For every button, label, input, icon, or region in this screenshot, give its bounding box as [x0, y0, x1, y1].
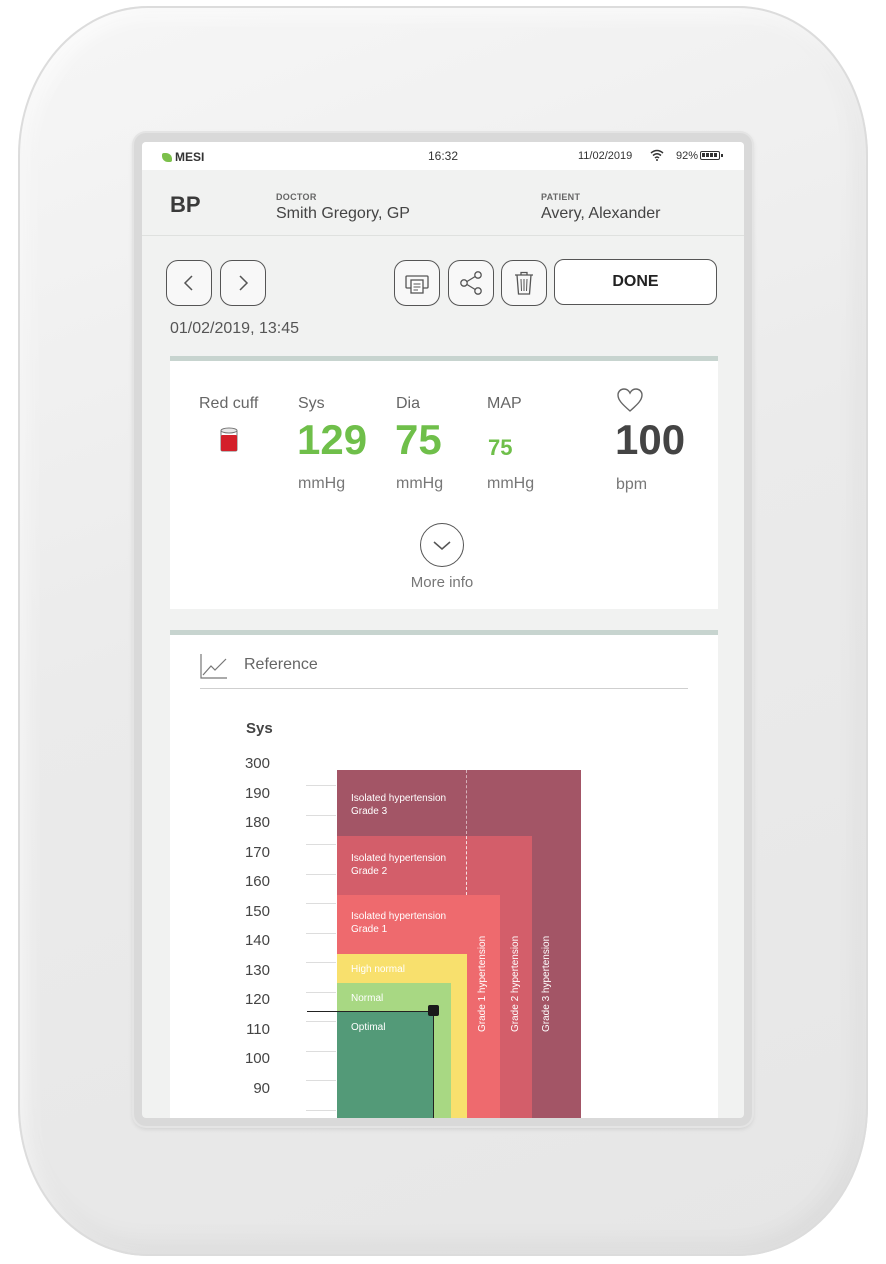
y-tick-line	[306, 814, 336, 816]
measurement-timestamp: 01/02/2019, 13:45	[170, 320, 300, 337]
battery-percent: 92%	[676, 150, 699, 162]
y-tick-label: 120	[244, 991, 270, 1008]
map-unit: mmHg	[487, 475, 535, 492]
zone-label-grade2: Isolated hypertension Grade 2	[351, 853, 447, 877]
dia-label: Dia	[396, 395, 421, 412]
reading-marker	[428, 1005, 439, 1016]
share-button[interactable]	[448, 260, 494, 306]
print-icon	[405, 275, 429, 294]
vlabel-grade3: Grade 3 hypertension	[541, 935, 552, 1032]
y-tick-line	[306, 991, 336, 993]
wifi-icon	[650, 149, 664, 161]
zone-label-optimal: Optimal	[351, 1022, 386, 1033]
reference-title: Reference	[244, 656, 318, 673]
leaf-icon	[162, 153, 172, 162]
map-value: 75	[488, 435, 513, 460]
pulse-unit: bpm	[616, 476, 648, 493]
y-tick-label: 300	[244, 755, 270, 772]
doctor-label: DOCTOR	[276, 192, 317, 202]
y-tick-line	[306, 1050, 336, 1052]
dia-value: 75	[395, 416, 442, 463]
pulse-value: 100	[615, 416, 686, 463]
chevron-left-icon	[183, 275, 193, 291]
patient-label: PATIENT	[541, 192, 581, 202]
line-chart-icon	[200, 654, 227, 679]
zone-label-high-normal: High normal	[351, 964, 405, 975]
device-screen: MESI 16:32 11/02/2019 92% BP DOCTOR Smit…	[142, 142, 744, 1118]
y-tick-label: 130	[244, 961, 270, 979]
sys-unit: mmHg	[298, 475, 346, 492]
y-tick-label: 140	[244, 932, 270, 949]
reference-card: Reference Sys 300 190 180 170 160 150 140 130 12…	[170, 630, 718, 1118]
app-header: BP DOCTOR Smith Gregory, GP PATIENT Aver…	[142, 170, 744, 236]
status-bar: MESI 16:32 11/02/2019 92%	[142, 142, 744, 170]
brand-logo: MESI	[162, 150, 204, 164]
chevron-down-icon	[433, 541, 451, 550]
patient-name: Avery, Alexander	[541, 205, 661, 222]
cuff-icon	[220, 427, 238, 452]
y-tick-label: 160	[244, 873, 270, 890]
y-tick-line	[306, 962, 336, 963]
y-tick-line	[306, 873, 336, 875]
y-tick-line	[306, 932, 336, 934]
y-tick-line	[306, 785, 336, 786]
next-button[interactable]	[220, 260, 266, 306]
sys-value: 129	[297, 416, 368, 463]
sys-label: Sys	[298, 395, 325, 412]
cuff-label: Red cuff	[199, 395, 259, 412]
zone-label-grade1: Isolated hypertension Grade 1	[351, 911, 447, 935]
sys-axis-title: Sys	[246, 720, 273, 737]
delete-button[interactable]	[501, 260, 547, 306]
y-tick-label: 190	[244, 784, 270, 802]
more-info-button[interactable]	[420, 523, 464, 567]
heart-icon	[617, 388, 643, 412]
measurement-card: Red cuff Sys 129 mmHg Dia 75 mmHg MAP 75…	[170, 356, 718, 609]
marker-horizontal-line	[307, 1011, 434, 1012]
y-tick-label: 150	[244, 902, 270, 920]
vlabel-grade1: Grade 1 hypertension	[477, 935, 488, 1032]
zone-label-grade3: Isolated hypertension Grade 3	[351, 793, 447, 817]
y-tick-line	[306, 1109, 336, 1111]
y-tick-line	[306, 1021, 336, 1022]
map-label: MAP	[487, 395, 522, 412]
y-tick-label: 110	[246, 1020, 270, 1038]
previous-button[interactable]	[166, 260, 212, 306]
y-tick-line	[306, 1080, 336, 1081]
share-icon	[460, 271, 482, 295]
vlabel-grade2: Grade 2 hypertension	[510, 935, 521, 1032]
y-tick-label: 170	[244, 843, 270, 861]
status-time: 16:32	[428, 149, 459, 163]
trash-icon	[515, 271, 533, 295]
mode-title: BP	[170, 192, 201, 217]
zone-label-normal: Normal	[351, 993, 384, 1004]
y-tick-label: 90	[253, 1079, 270, 1097]
y-tick-line	[306, 844, 336, 845]
y-tick-label: 180	[244, 814, 270, 831]
marker-vertical-line	[433, 1011, 434, 1118]
chevron-right-icon	[239, 275, 249, 291]
battery-icon	[700, 151, 723, 160]
more-info-label: More info	[410, 574, 474, 591]
doctor-name: Smith Gregory, GP	[276, 205, 410, 222]
status-date: 11/02/2019	[578, 150, 633, 162]
print-button[interactable]	[394, 260, 440, 306]
y-tick-label: 100	[244, 1050, 270, 1067]
dia-unit: mmHg	[396, 475, 444, 492]
divider	[200, 688, 688, 689]
done-button[interactable]: DONE	[554, 259, 717, 305]
y-tick-line	[306, 903, 336, 904]
brand-name: MESI	[175, 150, 205, 164]
